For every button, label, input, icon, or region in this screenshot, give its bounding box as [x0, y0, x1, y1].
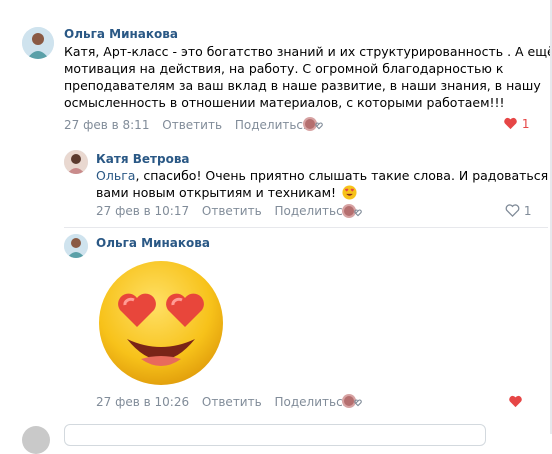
share-button[interactable]: Поделиться — [275, 204, 350, 218]
avatar[interactable] — [64, 150, 88, 174]
reaction-icon[interactable] — [341, 203, 363, 221]
avatar[interactable] — [64, 234, 88, 258]
comment-author[interactable]: Ольга Минакова — [64, 27, 178, 41]
like-button[interactable]: 1 — [505, 204, 531, 218]
comment-text: Ольга, спасибо! Очень приятно слышать та… — [96, 167, 552, 201]
comment-text-line: мотивация на действия, на работу. С огро… — [64, 61, 504, 76]
avatar[interactable] — [22, 27, 54, 59]
share-button[interactable]: Поделиться — [235, 118, 310, 132]
comment-date[interactable]: 27 фев в 8:11 — [64, 118, 149, 132]
comment-author[interactable]: Катя Ветрова — [96, 152, 190, 166]
reply-button[interactable]: Ответить — [202, 204, 262, 218]
comment-date[interactable]: 27 фев в 10:17 — [96, 204, 189, 218]
comment-meta: 27 фев в 8:11 Ответить Поделиться — [64, 118, 319, 132]
comment-meta: 27 фев в 10:26 Ответить Поделиться — [96, 395, 359, 409]
like-button[interactable] — [508, 395, 523, 409]
comment-text: Катя, Арт-класс - это богатство знаний и… — [64, 43, 552, 111]
comment-text-line: преподавателям за ваш вклад в наше разви… — [64, 78, 541, 93]
comment-text-fragment: вами новым открытиям и техникам! — [96, 185, 337, 200]
reaction-icon[interactable] — [302, 116, 324, 134]
comment-text-line: осмысленность в отношении материалов, с … — [64, 95, 505, 110]
heart-outline-icon — [505, 204, 520, 217]
heart-icon — [504, 117, 517, 130]
like-button[interactable]: 1 — [503, 117, 529, 131]
comment-text-line: вами новым открытиям и техникам! — [96, 184, 552, 201]
comment-text-line: Катя, Арт-класс - это богатство знаний и… — [64, 44, 552, 59]
avatar[interactable] — [22, 426, 50, 454]
comment-text-fragment: , спасибо! Очень приятно слышать такие с… — [135, 168, 552, 183]
heart-icon — [509, 395, 522, 408]
divider — [64, 227, 548, 228]
reply-input[interactable] — [64, 424, 486, 446]
reaction-icon[interactable] — [341, 393, 363, 411]
comment-meta: 27 фев в 10:17 Ответить Поделиться — [96, 204, 359, 218]
reply-button[interactable]: Ответить — [202, 395, 262, 409]
comment-text-line: Ольга, спасибо! Очень приятно слышать та… — [96, 167, 552, 184]
comment-date[interactable]: 27 фев в 10:26 — [96, 395, 189, 409]
share-button[interactable]: Поделиться — [275, 395, 350, 409]
reply-button[interactable]: Ответить — [162, 118, 222, 132]
mention-link[interactable]: Ольга — [96, 168, 135, 183]
like-count: 1 — [521, 117, 530, 131]
sticker-heart-eyes — [97, 259, 225, 387]
heart-eyes-emoji-icon — [342, 185, 357, 200]
like-count: 1 — [523, 204, 532, 218]
comment-author[interactable]: Ольга Минакова — [96, 236, 210, 250]
